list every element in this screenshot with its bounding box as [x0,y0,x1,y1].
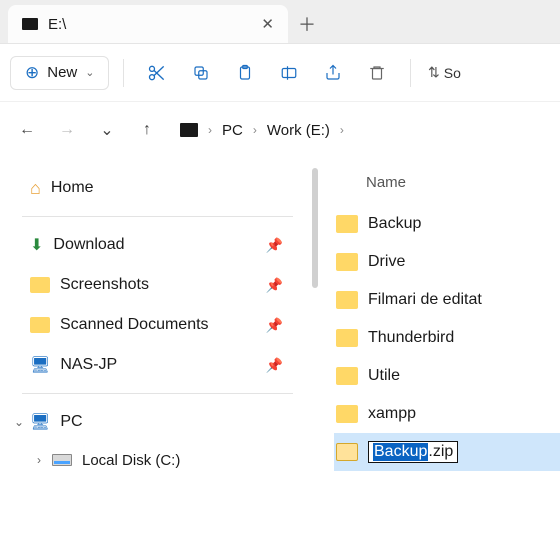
breadcrumb-root[interactable]: PC [222,122,243,139]
folder-icon [336,367,358,385]
folder-icon [336,253,358,271]
trash-icon [368,63,386,83]
list-item[interactable]: Utile [334,357,560,395]
cut-button[interactable] [138,54,176,92]
close-icon[interactable]: ✕ [261,15,274,33]
plus-icon: ⊕ [25,63,39,83]
tab-active[interactable]: E:\ ✕ [8,5,288,43]
file-name: xampp [368,405,416,423]
file-list: Name Backup Drive Filmari de editat Thun… [318,158,560,543]
sidebar-item-label: Home [51,179,94,197]
sidebar-item-label: Screenshots [60,276,149,294]
chevron-down-icon[interactable]: ⌄ [10,415,28,429]
new-tab-button[interactable]: ＋ [288,5,326,43]
chevron-right-icon: › [340,123,344,137]
pin-icon: 📌 [266,357,283,374]
file-name: Filmari de editat [368,291,482,309]
new-button[interactable]: ⊕ New ⌄ [10,56,109,90]
sort-label: So [444,65,461,81]
rename-input[interactable]: Backup.zip [368,441,458,463]
file-name: Utile [368,367,400,385]
sidebar-localdisk[interactable]: › Local Disk (C:) [10,442,305,478]
sort-button[interactable]: ⇅ So [425,54,463,92]
sort-icon: ⇅ [428,64,440,81]
tab-bar: E:\ ✕ ＋ [0,0,560,44]
file-name: Drive [368,253,405,271]
folder-icon [336,215,358,233]
rename-icon [279,64,299,82]
recent-button[interactable]: ⌄ [92,115,122,145]
rename-extension: .zip [428,443,453,461]
separator [22,216,293,217]
copy-button[interactable] [182,54,220,92]
list-item[interactable]: Drive [334,243,560,281]
delete-button[interactable] [358,54,396,92]
scissors-icon [147,63,167,83]
list-item[interactable]: Backup [334,205,560,243]
folder-icon [336,329,358,347]
zip-icon [336,443,358,461]
file-name: Backup [368,215,421,233]
clipboard-icon [236,63,254,83]
sidebar-item-label: Local Disk (C:) [82,452,180,469]
chevron-right-icon[interactable]: › [30,453,48,467]
pin-icon: 📌 [266,317,283,334]
sidebar-item-label: PC [60,413,82,431]
separator [123,59,124,87]
toolbar: ⊕ New ⌄ ⇅ So [0,44,560,102]
sidebar-item-label: Scanned Documents [60,316,209,334]
body: ⌂ Home ⬇ Download 📌 Screenshots 📌 Scanne… [0,158,560,543]
back-button[interactable]: ← [12,115,42,145]
sidebar-pc[interactable]: ⌄ 🖥 PC [10,402,305,442]
pc-icon: 🖥 [30,412,50,432]
rename-selected-text: Backup [373,443,428,461]
column-header-name[interactable]: Name [334,168,560,205]
sidebar-item-download[interactable]: ⬇ Download 📌 [10,225,305,265]
share-button[interactable] [314,54,352,92]
forward-button[interactable]: → [52,115,82,145]
list-item-renaming[interactable]: Backup.zip [334,433,560,471]
sidebar-item-nas[interactable]: 🖥 NAS-JP 📌 [10,345,305,385]
address-bar[interactable]: › PC › Work (E:) › [172,112,548,148]
sidebar: ⌂ Home ⬇ Download 📌 Screenshots 📌 Scanne… [0,158,312,543]
nav-row: ← → ⌄ ↑ › PC › Work (E:) › [0,102,560,158]
tab-title: E:\ [48,16,251,33]
sidebar-item-screenshots[interactable]: Screenshots 📌 [10,265,305,305]
folder-icon [30,317,50,333]
pin-icon: 📌 [266,277,283,294]
paste-button[interactable] [226,54,264,92]
sidebar-item-label: NAS-JP [60,356,117,374]
sidebar-home[interactable]: ⌂ Home [10,168,305,208]
sidebar-item-scanned[interactable]: Scanned Documents 📌 [10,305,305,345]
sidebar-item-label: Download [53,236,124,254]
chevron-down-icon: ⌄ [85,66,94,79]
drive-icon [180,123,198,137]
list-item[interactable]: Thunderbird [334,319,560,357]
copy-icon [192,64,210,82]
new-button-label: New [47,64,77,81]
share-icon [323,64,343,82]
folder-icon [336,291,358,309]
download-icon: ⬇ [30,235,43,255]
disk-icon [52,454,72,466]
separator [22,393,293,394]
list-item[interactable]: Filmari de editat [334,281,560,319]
file-name: Thunderbird [368,329,454,347]
breadcrumb-drive[interactable]: Work (E:) [267,122,330,139]
list-item[interactable]: xampp [334,395,560,433]
pin-icon: 📌 [266,237,283,254]
chevron-right-icon: › [253,123,257,137]
home-icon: ⌂ [30,178,41,199]
separator [410,59,411,87]
chevron-right-icon: › [208,123,212,137]
folder-icon [336,405,358,423]
drive-icon [22,18,38,30]
folder-icon [30,277,50,293]
up-button[interactable]: ↑ [132,115,162,145]
rename-button[interactable] [270,54,308,92]
monitor-icon: 🖥 [30,355,50,375]
